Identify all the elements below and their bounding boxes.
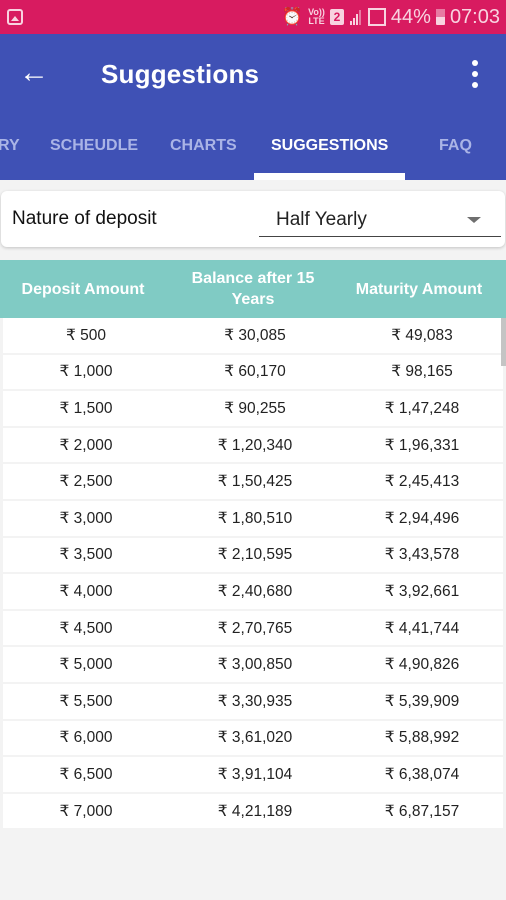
battery-percent: 44% [390,5,431,28]
maturity-amount-cell: ₹ 4,41,744 [384,619,460,637]
battery-icon [435,9,445,25]
column-header-balance: Balance after 15 Years [191,270,315,308]
table-row: ₹ 500 ₹ 30,085 ₹ 49,083 [3,318,503,355]
table-row: ₹ 1,500 ₹ 90,255 ₹ 1,47,248 [3,391,503,428]
table-row: ₹ 1,000 ₹ 60,170 ₹ 98,165 [3,354,503,392]
deposit-amount-cell: ₹ 7,000 [59,802,113,820]
tab-suggestions[interactable]: SUGGESTIONS [271,137,388,155]
balance-cell: ₹ 3,91,104 [217,765,293,783]
balance-cell: ₹ 1,50,425 [217,473,293,491]
table-row: ₹ 2,500 ₹ 1,50,425 ₹ 2,45,413 [3,464,503,501]
deposit-amount-cell: ₹ 4,000 [59,582,113,600]
tab-faq[interactable]: FAQ [439,137,472,155]
maturity-amount-cell: ₹ 1,96,331 [384,436,460,454]
column-header-maturity: Maturity Amount [355,280,483,298]
column-header-deposit: Deposit Amount [21,280,145,298]
deposit-amount-cell: ₹ 1,500 [59,399,113,417]
more-vert-icon[interactable] [472,60,478,88]
deposit-nature-select[interactable]: Half Yearly [259,199,501,237]
maturity-amount-cell: ₹ 3,43,578 [384,546,460,564]
deposit-nature-value: Half Yearly [276,209,367,230]
network-type: LTE [308,16,325,26]
gallery-icon [7,9,23,25]
balance-cell: ₹ 90,255 [224,399,286,417]
balance-cell: ₹ 2,10,595 [217,546,293,564]
balance-cell: ₹ 30,085 [224,326,286,344]
deposit-amount-cell: ₹ 5,500 [59,692,113,710]
balance-cell: ₹ 4,21,189 [217,802,293,820]
tab-schedule[interactable]: SCHEUDLE [50,137,138,155]
balance-cell: ₹ 3,30,935 [217,692,293,710]
balance-cell: ₹ 2,40,680 [217,582,293,600]
tab-bar: RY SCHEUDLE CHARTS SUGGESTIONS FAQ [0,114,506,180]
maturity-amount-cell: ₹ 3,92,661 [384,582,460,600]
sim-icon: 2 [329,9,344,25]
maturity-amount-cell: ₹ 2,94,496 [384,509,460,527]
deposit-amount-cell: ₹ 3,000 [59,509,113,527]
deposit-amount-cell: ₹ 3,500 [59,546,113,564]
maturity-amount-cell: ₹ 5,88,992 [384,729,460,747]
deposit-nature-label: Nature of deposit [12,208,157,229]
signal-icon [349,9,363,25]
tab-summary[interactable]: RY [0,137,20,155]
page-title: Suggestions [101,58,260,89]
maturity-amount-cell: ₹ 49,083 [391,326,453,344]
table-row: ₹ 3,000 ₹ 1,80,510 ₹ 2,94,496 [3,500,503,538]
arrow-left-icon[interactable]: ← [0,58,68,88]
tab-indicator [254,173,405,180]
tab-charts[interactable]: CHARTS [170,137,237,155]
deposit-nature-card: Nature of deposit Half Yearly [1,191,505,247]
deposit-amount-cell: ₹ 4,500 [59,619,113,637]
maturity-amount-cell: ₹ 6,87,157 [384,802,460,820]
table-row: ₹ 6,000 ₹ 3,61,020 ₹ 5,88,992 [3,720,503,758]
table-header: Deposit Amount Balance after 15 Years Ma… [0,260,506,318]
status-bar: ⏰ Vo)) LTE 2 44% 07:03 [0,0,506,34]
balance-cell: ₹ 60,170 [224,363,286,381]
deposit-amount-cell: ₹ 5,000 [59,656,113,674]
table-row: ₹ 5,500 ₹ 3,30,935 ₹ 5,39,909 [3,683,503,721]
balance-cell: ₹ 1,80,510 [217,509,293,527]
balance-cell: ₹ 1,20,340 [217,436,293,454]
deposit-amount-cell: ₹ 6,000 [59,729,113,747]
table-row: ₹ 5,000 ₹ 3,00,850 ₹ 4,90,826 [3,647,503,684]
scrollbar[interactable] [501,318,506,366]
table-row: ₹ 2,000 ₹ 1,20,340 ₹ 1,96,331 [3,427,503,465]
signal-icon [367,8,386,26]
alarm-icon: ⏰ [281,7,304,26]
deposit-amount-cell: ₹ 2,500 [59,473,113,491]
maturity-amount-cell: ₹ 4,90,826 [384,656,460,674]
balance-cell: ₹ 2,70,765 [217,619,293,637]
volte-icon: Vo)) LTE [308,8,325,26]
balance-cell: ₹ 3,00,850 [217,656,293,674]
dropdown-caret-icon [467,217,481,223]
maturity-amount-cell: ₹ 98,165 [391,363,453,381]
maturity-amount-cell: ₹ 5,39,909 [384,692,460,710]
maturity-amount-cell: ₹ 6,38,074 [384,765,460,783]
table-row: ₹ 7,000 ₹ 4,21,189 ₹ 6,87,157 [3,793,503,831]
clock: 07:03 [449,5,500,28]
deposit-amount-cell: ₹ 500 [65,326,107,344]
maturity-amount-cell: ₹ 1,47,248 [384,399,460,417]
table-row: ₹ 4,000 ₹ 2,40,680 ₹ 3,92,661 [3,574,503,611]
table-row: ₹ 6,500 ₹ 3,91,104 ₹ 6,38,074 [3,757,503,794]
table-row: ₹ 3,500 ₹ 2,10,595 ₹ 3,43,578 [3,537,503,575]
deposit-amount-cell: ₹ 1,000 [59,363,113,381]
app-bar: ← Suggestions RY SCHEUDLE CHARTS SUGGEST… [0,34,506,180]
balance-cell: ₹ 3,61,020 [217,729,293,747]
deposit-amount-cell: ₹ 6,500 [59,765,113,783]
table-row: ₹ 4,500 ₹ 2,70,765 ₹ 4,41,744 [3,610,503,648]
maturity-amount-cell: ₹ 2,45,413 [384,473,460,491]
table-body: ₹ 500 ₹ 30,085 ₹ 49,083 ₹ 1,000 ₹ 60,170 ₹ 98… [0,318,506,831]
deposit-amount-cell: ₹ 2,000 [59,436,113,454]
